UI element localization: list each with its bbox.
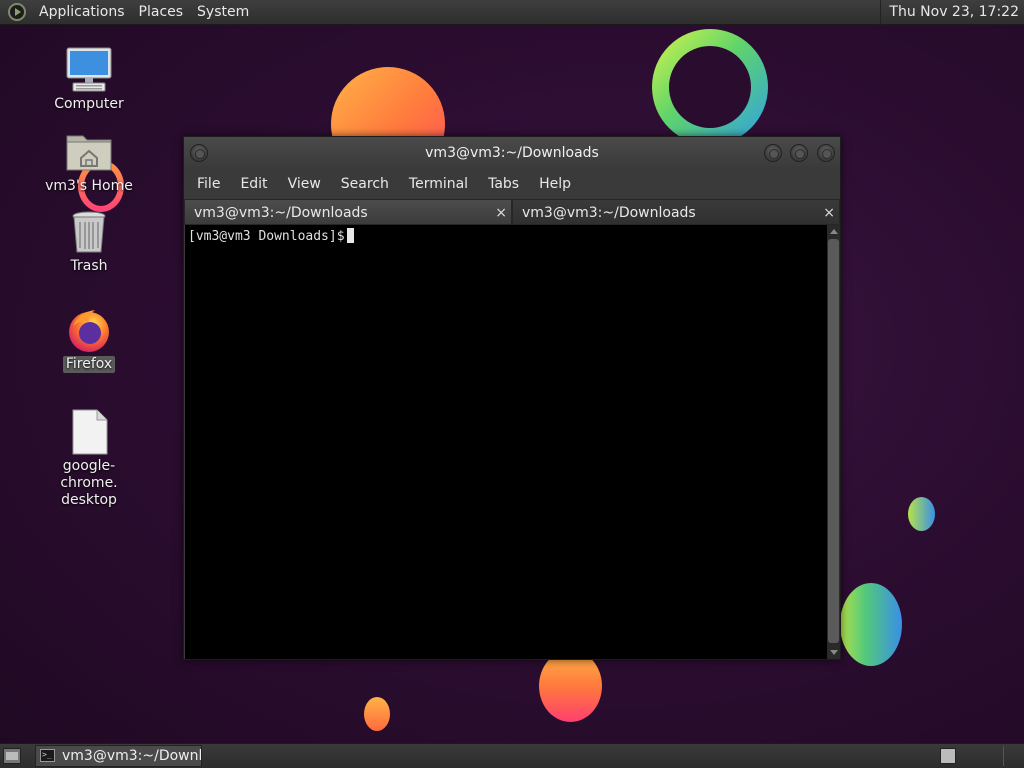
wallpaper-small-blue-blob [908, 497, 935, 531]
desktop-icon-chrome-desktop-file[interactable]: google-chrome. desktop [34, 408, 144, 509]
home-folder-icon [65, 128, 113, 176]
shell-prompt: [vm3@vm3 Downloads]$ [188, 229, 345, 244]
maximize-button[interactable] [790, 144, 808, 162]
clock[interactable]: Thu Nov 23, 17:22 [880, 0, 1024, 25]
tab-2[interactable]: vm3@vm3:~/Downloads × [512, 199, 840, 225]
taskbar-label: vm3@vm3:~/Downl... [62, 748, 202, 764]
terminal-scrollbar[interactable] [827, 225, 840, 659]
tab-label: vm3@vm3:~/Downloads [194, 205, 368, 221]
system-menu[interactable]: System [190, 4, 256, 20]
terminal-window[interactable]: vm3@vm3:~/Downloads File Edit View Searc… [183, 136, 841, 660]
places-menu[interactable]: Places [132, 4, 191, 20]
desktop-icon-label: Trash [70, 258, 108, 274]
scroll-down-arrow-icon[interactable] [830, 650, 838, 655]
desktop-icon-home[interactable]: vm3's Home [34, 128, 144, 195]
scroll-up-arrow-icon[interactable] [830, 229, 838, 234]
tab-1[interactable]: vm3@vm3:~/Downloads × [184, 199, 512, 225]
wallpaper-orange-blob [539, 650, 602, 722]
desktop-icon-label: Computer [54, 96, 124, 112]
close-button[interactable] [817, 144, 835, 162]
menu-edit[interactable]: Edit [230, 176, 277, 192]
desktop-icon-label: vm3's Home [45, 178, 133, 194]
show-desktop-icon[interactable] [3, 748, 21, 764]
bottom-panel: vm3@vm3:~/Downl... [0, 743, 1024, 768]
tab-close-icon[interactable]: × [823, 200, 835, 226]
tab-label: vm3@vm3:~/Downloads [522, 205, 696, 221]
panel-separator [1003, 746, 1004, 766]
tab-close-icon[interactable]: × [495, 200, 507, 226]
menu-help[interactable]: Help [529, 176, 581, 192]
text-cursor [346, 228, 354, 243]
menu-terminal[interactable]: Terminal [399, 176, 478, 192]
terminal-menubar: File Edit View Search Terminal Tabs Help [184, 169, 840, 199]
workspace-switcher[interactable] [940, 748, 956, 764]
firefox-icon [65, 306, 113, 354]
computer-icon [65, 46, 113, 94]
terminal-output[interactable]: [vm3@vm3 Downloads]$ [185, 225, 827, 659]
top-panel: Applications Places System Thu Nov 23, 1… [0, 0, 1024, 25]
menu-file[interactable]: File [187, 176, 230, 192]
desktop-icon-computer[interactable]: Computer [34, 46, 144, 113]
taskbar-terminal-button[interactable]: vm3@vm3:~/Downl... [35, 745, 202, 767]
menu-view[interactable]: View [278, 176, 331, 192]
terminal-icon [40, 746, 55, 765]
window-titlebar[interactable]: vm3@vm3:~/Downloads [184, 137, 840, 169]
wallpaper-tiny-orange-blob [364, 697, 390, 731]
menu-tabs[interactable]: Tabs [478, 176, 529, 192]
main-menu-icon[interactable] [8, 3, 26, 21]
desktop-icon-label: Firefox [62, 356, 116, 373]
file-icon [65, 408, 113, 456]
applications-menu[interactable]: Applications [32, 4, 132, 20]
scrollbar-thumb[interactable] [828, 239, 839, 643]
minimize-button[interactable] [764, 144, 782, 162]
window-menu-button[interactable] [190, 144, 208, 162]
trash-icon [65, 208, 113, 256]
wallpaper-large-blue-blob [840, 583, 902, 666]
desktop-icon-firefox[interactable]: Firefox [34, 306, 144, 373]
wallpaper-green-ring [652, 29, 768, 145]
menu-search[interactable]: Search [331, 176, 399, 192]
desktop-icon-label: google-chrome. desktop [60, 458, 118, 508]
terminal-tabs: vm3@vm3:~/Downloads × vm3@vm3:~/Download… [184, 199, 840, 225]
desktop-icon-trash[interactable]: Trash [34, 208, 144, 275]
window-title: vm3@vm3:~/Downloads [425, 145, 599, 161]
